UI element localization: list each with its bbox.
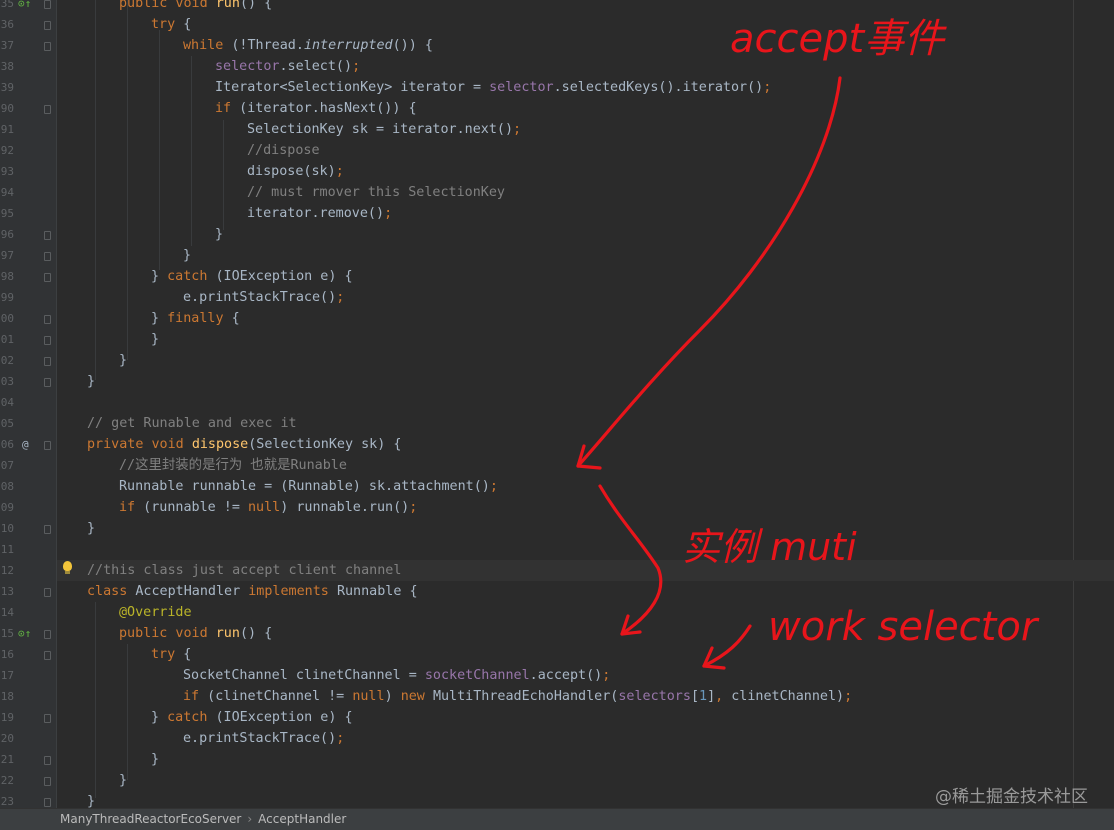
- handwritten-work-selector: work selector: [768, 604, 1040, 650]
- arrow-instance-to-run: [598, 484, 663, 636]
- watermark: @稀土掘金技术社区: [935, 787, 1088, 807]
- handwritten-accept-event: accept事件: [730, 16, 947, 62]
- breadcrumb: ManyThreadReactorEcoServer › AcceptHandler: [0, 808, 1114, 830]
- arrow-accept-to-dispose: [576, 76, 842, 468]
- arrowhead-dispose: [576, 444, 602, 470]
- breadcrumb-separator: ›: [247, 812, 253, 826]
- breadcrumb-item-class[interactable]: ManyThreadReactorEcoServer: [60, 812, 241, 826]
- arrow-work-selector: [702, 624, 752, 668]
- handwritten-instance-multi: 实例 muti: [682, 525, 857, 569]
- breadcrumb-item-inner-class[interactable]: AcceptHandler: [258, 812, 346, 826]
- handwriting-overlay: accept事件 实例 muti work selector: [576, 16, 1040, 670]
